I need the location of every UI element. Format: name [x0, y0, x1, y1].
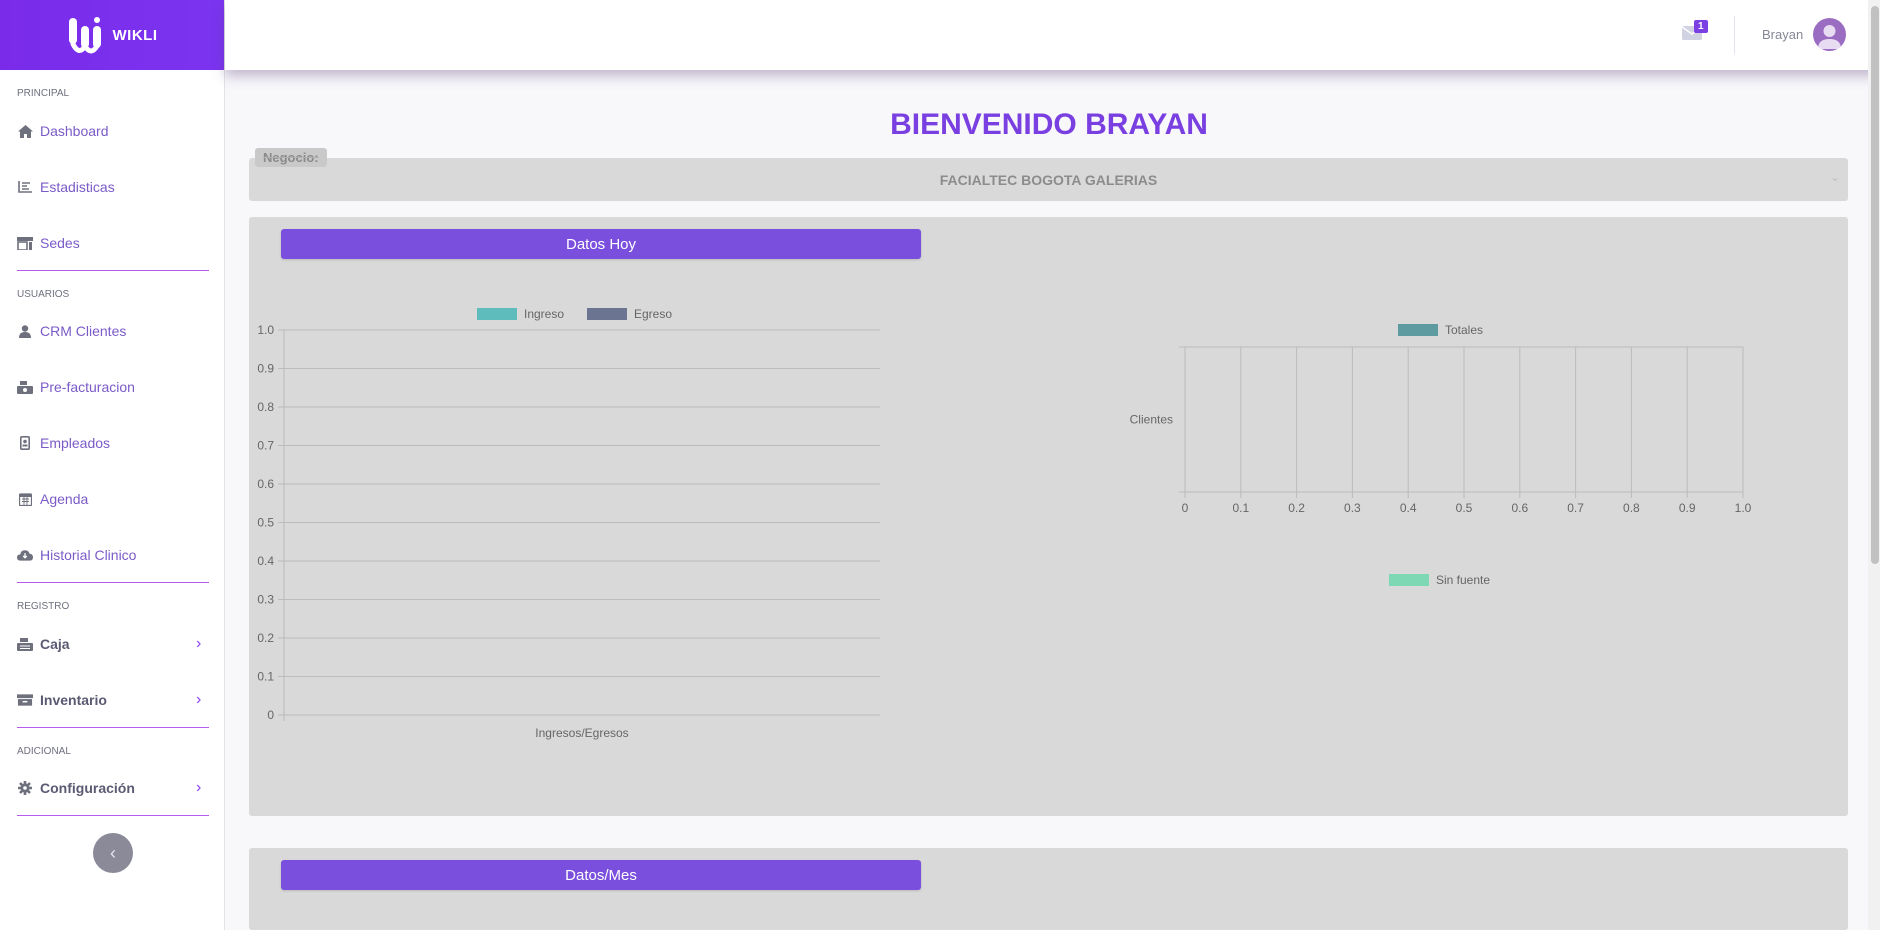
y-category-label: Clientes — [1130, 413, 1173, 427]
chevron-down-icon: ⌄ — [1830, 170, 1841, 184]
avatar[interactable] — [1813, 18, 1846, 51]
sidebar-item-pre-facturacion[interactable]: Pre-facturacion — [0, 367, 225, 407]
y-tick-label: 0.3 — [257, 593, 274, 607]
sidebar-item-label: Estadisticas — [40, 179, 115, 195]
chevron-right-icon: › — [196, 779, 202, 796]
datos-mes-header: Datos/Mes — [281, 860, 921, 890]
y-tick-label: 0 — [267, 708, 274, 722]
brand-name: WIKLI — [112, 26, 158, 44]
sidebar-item-agenda[interactable]: Agenda — [0, 479, 225, 519]
legend-label-totales: Totales — [1445, 323, 1483, 337]
sidebar-item-sedes[interactable]: Sedes — [0, 223, 225, 263]
chevron-right-icon: › — [196, 691, 202, 708]
y-tick-label: 0.7 — [257, 439, 274, 453]
sidebar-item-historial-clinico[interactable]: Historial Clinico — [0, 535, 225, 575]
sidebar-item-inventario[interactable]: Inventario › — [0, 680, 225, 720]
page-scrollbar-thumb[interactable] — [1871, 6, 1879, 564]
message-count-badge: 1 — [1694, 20, 1708, 33]
negocio-selected-value: FACIALTEC BOGOTA GALERIAS — [939, 172, 1158, 188]
x-tick-label: 0.1 — [1232, 501, 1249, 515]
x-tick-label: 0.6 — [1511, 501, 1528, 515]
x-category-label: Ingresos/Egresos — [535, 726, 628, 740]
section-title-principal: PRINCIPAL — [17, 88, 70, 99]
sidebar-collapse-button[interactable]: ‹ — [93, 833, 133, 873]
divider — [17, 270, 209, 271]
legend-label-sin-fuente: Sin fuente — [1436, 573, 1490, 587]
legend-label-egreso: Egreso — [634, 307, 672, 321]
id-badge-icon — [17, 435, 33, 451]
sidebar-item-estadisticas[interactable]: Estadisticas — [0, 167, 225, 207]
chart-line-icon — [17, 179, 33, 195]
home-icon — [17, 123, 33, 139]
brand[interactable]: WIKLI — [0, 0, 224, 70]
chevron-left-icon: ‹ — [110, 842, 116, 863]
x-tick-label: 0.2 — [1288, 501, 1305, 515]
page-title: BIENVENIDO BRAYAN — [890, 108, 1208, 141]
x-tick-label: 0 — [1182, 501, 1189, 515]
divider — [17, 582, 209, 583]
sidebar-item-label: CRM Clientes — [40, 323, 127, 339]
wikli-logo-icon — [68, 17, 101, 54]
cloud-download-icon — [17, 547, 33, 563]
y-tick-label: 0.2 — [257, 631, 274, 645]
charts-canvas: Ingreso Egreso 1.0 0.9 0.8 0.7 0.6 0.5 0.4 0.3 0.2… — [257, 307, 1752, 740]
divider — [17, 727, 209, 728]
legend-swatch-totales — [1398, 324, 1438, 336]
negocio-label: Negocio: — [255, 148, 327, 167]
y-tick-label: 0.5 — [257, 516, 274, 530]
topbar — [225, 0, 1880, 70]
boxes-icon — [17, 692, 33, 708]
sidebar-item-configuracion[interactable]: Configuración › — [0, 768, 225, 808]
store-icon — [17, 235, 33, 251]
x-tick-label: 0.4 — [1400, 501, 1417, 515]
section-title-registro: REGISTRO — [17, 601, 70, 612]
y-tick-label: 0.1 — [257, 670, 274, 684]
sidebar-item-label: Configuración — [40, 780, 135, 796]
x-tick-label: 0.9 — [1679, 501, 1696, 515]
section-title-adicional: ADICIONAL — [17, 746, 71, 757]
legend-swatch-sin-fuente — [1389, 574, 1429, 586]
sidebar-item-label: Empleados — [40, 435, 111, 451]
gear-icon — [17, 780, 33, 796]
y-tick-label: 1.0 — [257, 323, 274, 337]
sidebar-item-label: Pre-facturacion — [40, 379, 135, 395]
sidebar-item-caja[interactable]: Caja › — [0, 624, 225, 664]
legend-label-ingreso: Ingreso — [524, 307, 564, 321]
x-tick-label: 0.5 — [1456, 501, 1473, 515]
legend-swatch-egreso — [587, 308, 627, 320]
cash-register-icon — [17, 636, 33, 652]
y-tick-label: 0.6 — [257, 477, 274, 491]
sidebar-item-label: Sedes — [40, 235, 80, 251]
sidebar-item-label: Inventario — [40, 692, 107, 708]
topbar-divider — [1734, 16, 1735, 54]
sidebar-item-label: Dashboard — [40, 123, 109, 139]
sidebar: WIKLI PRINCIPAL Dashboard Estadisticas S… — [0, 0, 225, 930]
sidebar-item-crm-clientes[interactable]: CRM Clientes — [0, 311, 225, 351]
user-avatar-icon — [1818, 25, 1841, 49]
x-tick-label: 0.7 — [1567, 501, 1584, 515]
sidebar-item-empleados[interactable]: Empleados — [0, 423, 225, 463]
sidebar-item-label: Caja — [40, 636, 70, 652]
divider — [17, 815, 209, 816]
sidebar-item-dashboard[interactable]: Dashboard — [0, 111, 225, 151]
calendar-icon — [17, 491, 33, 507]
sidebar-item-label: Agenda — [40, 491, 89, 507]
x-tick-label: 0.8 — [1623, 501, 1640, 515]
user-icon — [17, 323, 33, 339]
y-tick-label: 0.8 — [257, 400, 274, 414]
chevron-right-icon: › — [196, 635, 202, 652]
y-tick-label: 0.4 — [257, 554, 274, 568]
user-name[interactable]: Brayan — [1762, 27, 1803, 42]
section-title-usuarios: USUARIOS — [17, 289, 70, 300]
cash-register-icon — [17, 379, 33, 395]
y-tick-label: 0.9 — [257, 362, 274, 376]
legend-swatch-ingreso — [477, 308, 517, 320]
x-tick-label: 0.3 — [1344, 501, 1361, 515]
sidebar-item-label: Historial Clinico — [40, 547, 137, 563]
x-tick-label: 1.0 — [1735, 501, 1752, 515]
